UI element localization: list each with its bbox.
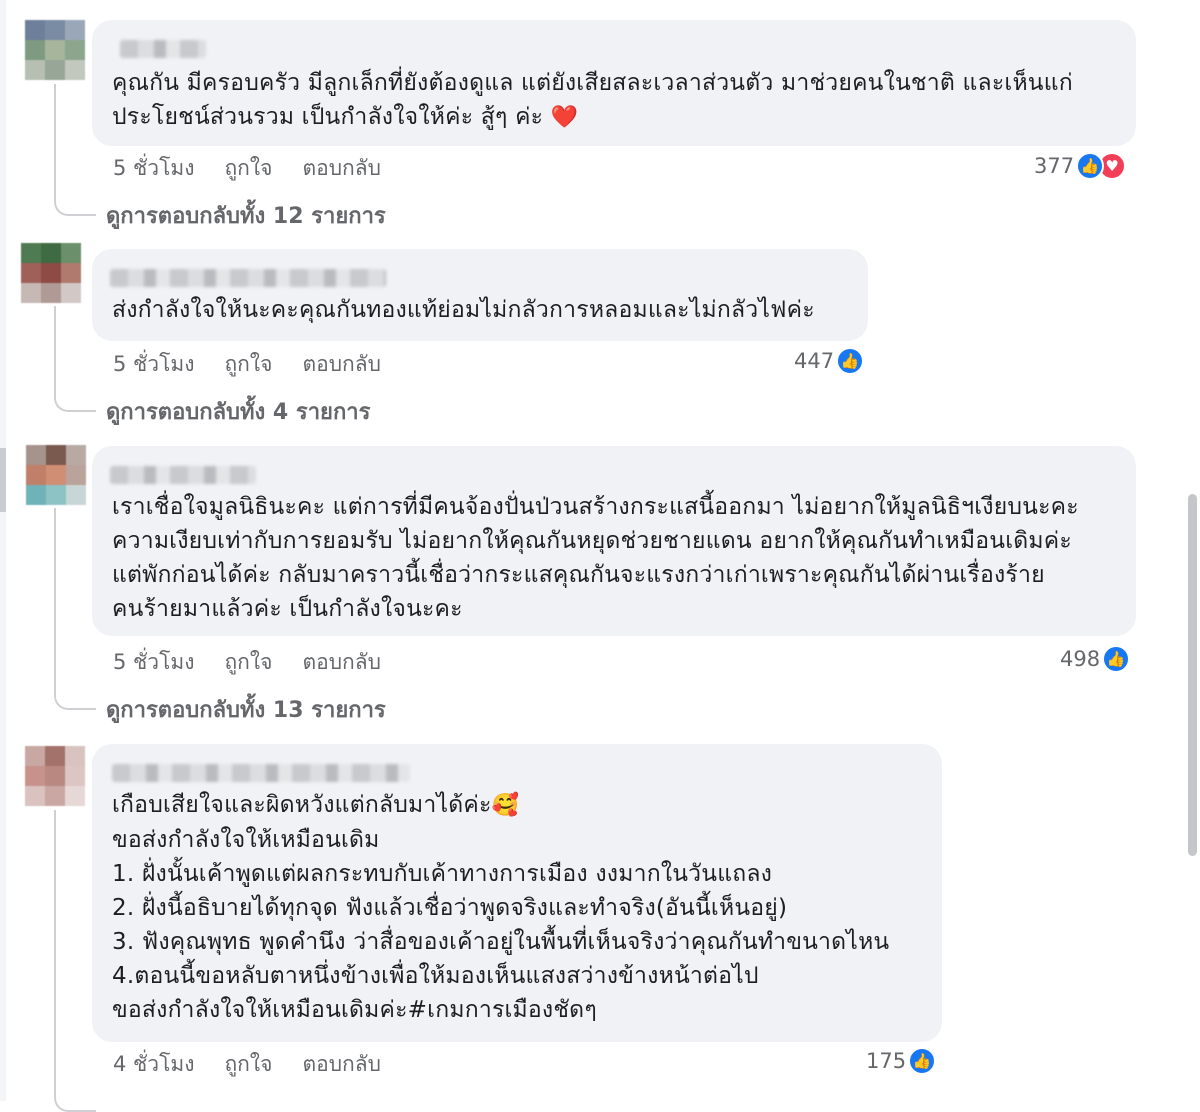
commenter-name-redacted[interactable] [112,764,410,782]
view-replies-link[interactable]: ดูการตอบกลับทั้ง 12 รายการ [106,198,386,233]
thread-connector [54,84,96,216]
like-link[interactable]: ถูกใจ [224,646,272,679]
commenter-name-redacted[interactable] [110,466,256,484]
like-icon: 👍 [836,347,865,375]
comment-actions: 5 ชั่วโมง ถูกใจ ตอบกลับ [113,646,381,679]
avatar[interactable] [25,20,85,80]
like-icon: 👍 [908,1047,937,1075]
comment-bubble: เกือบเสียใจและผิดหวังแต่กลับมาได้ค่ะ🥰 ขอ… [92,744,942,1042]
reaction-summary[interactable]: 377 👍 ♥ [1034,152,1127,180]
comment-actions: 5 ชั่วโมง ถูกใจ ตอบกลับ [113,152,381,185]
reaction-count: 175 [866,1049,907,1073]
comment-text: คุณกัน มีครอบครัว มีลูกเล็กที่ยังต้องดูแ… [112,70,1073,130]
thread-connector [54,810,96,1112]
comment-timestamp[interactable]: 4 ชั่วโมง [113,1048,194,1081]
like-link[interactable]: ถูกใจ [224,1048,272,1081]
reply-link[interactable]: ตอบกลับ [302,348,381,381]
comment-actions: 4 ชั่วโมง ถูกใจ ตอบกลับ [113,1048,381,1081]
commenter-name-redacted[interactable] [110,269,386,287]
comment-actions: 5 ชั่วโมง ถูกใจ ตอบกลับ [113,348,381,381]
reply-link[interactable]: ตอบกลับ [302,1048,381,1081]
reply-link[interactable]: ตอบกลับ [302,152,381,185]
thread-connector [54,306,96,412]
scrollbar-track[interactable] [1184,0,1200,1101]
smiling-face-with-hearts-emoji: 🥰 [491,793,520,818]
reaction-count: 377 [1034,154,1075,178]
comment-timestamp[interactable]: 5 ชั่วโมง [113,646,194,679]
comment-timestamp[interactable]: 5 ชั่วโมง [113,348,194,381]
comment-timestamp[interactable]: 5 ชั่วโมง [113,152,194,185]
reaction-summary[interactable]: 498 👍 [1060,645,1131,673]
like-link[interactable]: ถูกใจ [224,348,272,381]
reaction-summary[interactable]: 175 👍 [866,1047,937,1075]
like-icon: 👍 [1076,152,1105,180]
avatar[interactable] [21,243,81,303]
view-replies-link[interactable]: ดูการตอบกลับทั้ง 13 รายการ [106,692,386,727]
like-link[interactable]: ถูกใจ [224,152,272,185]
comment-bubble: เราเชื่อใจมูลนิธินะคะ แต่การที่มีคนจ้องป… [92,446,1136,636]
comment-text: ส่งกำลังใจให้นะคะคุณกันทองแท้ย่อมไม่กลัว… [112,297,815,323]
reply-link[interactable]: ตอบกลับ [302,646,381,679]
thread-connector [54,508,96,710]
reaction-count: 498 [1060,647,1101,671]
commenter-name-redacted[interactable] [120,40,206,58]
reaction-summary[interactable]: 447 👍 [794,347,865,375]
left-edge-marker [0,448,6,512]
view-replies-link[interactable]: ดูการตอบกลับทั้ง 4 รายการ [106,394,370,429]
comment-text: เราเชื่อใจมูลนิธินะคะ แต่การที่มีคนจ้องป… [112,494,1079,622]
heart-emoji: ❤️ [550,105,579,130]
like-icon: 👍 [1102,645,1131,673]
reaction-count: 447 [794,349,835,373]
avatar[interactable] [25,746,85,806]
left-edge-strip [0,0,6,1101]
comment-text: เกือบเสียใจและผิดหวังแต่กลับมาได้ค่ะ🥰 ขอ… [112,792,890,1023]
avatar[interactable] [26,445,86,505]
comment-bubble: ส่งกำลังใจให้นะคะคุณกันทองแท้ย่อมไม่กลัว… [92,249,868,341]
comment-bubble: คุณกัน มีครอบครัว มีลูกเล็กที่ยังต้องดูแ… [92,20,1136,146]
scrollbar-thumb[interactable] [1188,494,1197,856]
